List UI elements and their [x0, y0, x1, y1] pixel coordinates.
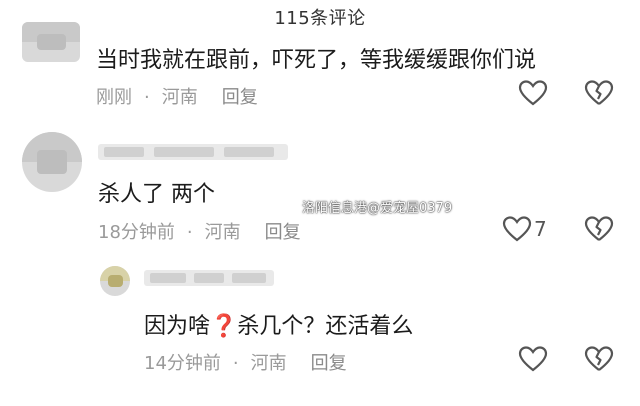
comment-text-part: 杀几个？还活着么 [237, 314, 414, 339]
comments-count-title: 115条评论 [274, 8, 366, 29]
comment-meta: 18分钟前 · 河南 回复 [98, 222, 301, 243]
heart-outline-icon[interactable] [502, 216, 532, 242]
like-count: 7 [534, 217, 547, 241]
reply-button[interactable]: 回复 [222, 87, 258, 108]
comment-time: 刚刚 [96, 87, 132, 108]
avatar[interactable] [22, 132, 82, 192]
heart-outline-icon[interactable] [518, 80, 548, 106]
broken-heart-icon[interactable] [584, 80, 614, 106]
comment-location: 河南 [204, 222, 241, 243]
comment-location: 河南 [250, 353, 287, 374]
watermark: 洛阳信息港@爱宠屋0379 [302, 201, 453, 216]
reply-button[interactable]: 回复 [311, 353, 347, 374]
broken-heart-icon[interactable] [584, 346, 614, 372]
comment-text: 当时我就在跟前，吓死了，等我缓缓跟你们说 [96, 48, 537, 73]
comment-text-part: 因为啥 [144, 314, 211, 339]
reply-button[interactable]: 回复 [265, 222, 301, 243]
username-blurred[interactable] [98, 144, 288, 160]
comment-text: 杀人了 两个 [98, 182, 215, 207]
comment-text: 因为啥❓杀几个？还活着么 [144, 308, 413, 340]
comment-location: 河南 [161, 87, 198, 108]
question-mark-emoji: ❓ [210, 314, 238, 339]
comment-meta: 14分钟前 · 河南 回复 [144, 353, 347, 374]
comment-meta: 刚刚 · 河南 回复 [96, 87, 258, 108]
avatar[interactable] [100, 266, 130, 296]
username-blurred[interactable] [144, 270, 274, 286]
heart-outline-icon[interactable] [518, 346, 548, 372]
comment-time: 18分钟前 [98, 222, 175, 243]
comment-time: 14分钟前 [144, 353, 221, 374]
avatar[interactable] [22, 22, 80, 62]
broken-heart-icon[interactable] [584, 216, 614, 242]
